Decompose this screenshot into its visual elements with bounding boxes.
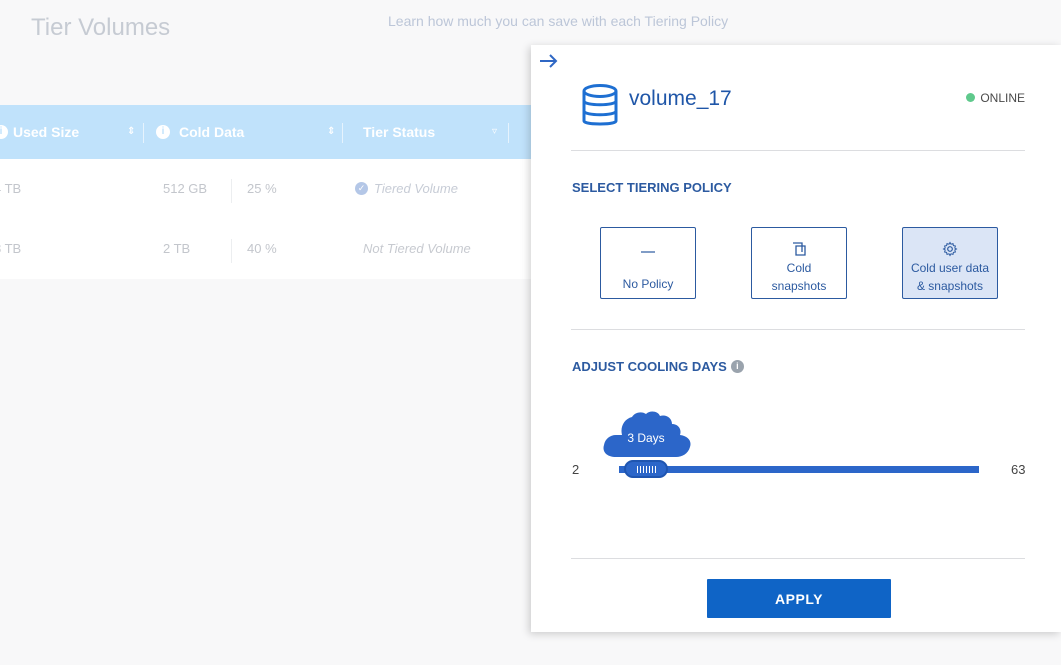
tiering-policy-title: SELECT TIERING POLICY xyxy=(572,180,732,195)
status-badge: ONLINE xyxy=(966,91,1025,105)
column-header-used-size[interactable]: Used Size xyxy=(13,105,79,159)
tier-status-cell: Not Tiered Volume xyxy=(363,241,471,256)
volume-name: volume_17 xyxy=(629,87,732,110)
column-divider xyxy=(342,123,343,143)
cell-divider xyxy=(231,179,232,203)
policy-label-line1: Cold user data xyxy=(910,260,990,275)
sort-icon[interactable]: ⇕ xyxy=(327,105,335,159)
used-size-cell: 8 TB xyxy=(0,241,22,256)
policy-label-line2: & snapshots xyxy=(916,278,984,293)
apply-button[interactable]: APPLY xyxy=(707,579,891,618)
cold-snapshots-button[interactable]: Cold snapshots xyxy=(751,227,847,299)
slider-handle[interactable] xyxy=(624,460,668,478)
table-row[interactable]: 4 TB 512 GB 25 % ✓ Tiered Volume xyxy=(0,159,540,219)
status-label: ONLINE xyxy=(980,91,1025,105)
arrow-right-icon[interactable] xyxy=(538,50,560,72)
column-divider xyxy=(508,123,509,143)
status-dot-icon xyxy=(966,93,976,103)
page-subtitle[interactable]: Learn how much you can save with each Ti… xyxy=(388,13,728,29)
page-title: Tier Volumes xyxy=(31,14,171,41)
divider xyxy=(571,329,1025,330)
tier-status-cell: ✓ Tiered Volume xyxy=(355,159,458,219)
cold-percent-cell: 25 % xyxy=(247,181,277,196)
table-header: i Used Size ⇕ i Cold Data ⇕ Tier Status … xyxy=(0,105,540,159)
column-divider xyxy=(143,123,144,143)
cold-data-info-icon: i xyxy=(156,105,170,159)
sort-icon[interactable]: ⇕ xyxy=(127,105,135,159)
cooling-days-title: ADJUST COOLING DAYS i xyxy=(572,359,744,374)
info-icon[interactable]: i xyxy=(730,360,744,374)
slider-max-label: 63 xyxy=(1011,462,1026,477)
snapshot-icon xyxy=(752,241,846,259)
cell-divider xyxy=(231,239,232,263)
dash-icon xyxy=(601,243,695,261)
used-size-cell: 4 TB xyxy=(0,181,22,196)
policy-label-line1: Cold xyxy=(786,260,812,275)
filter-icon[interactable]: ▿ xyxy=(492,105,497,159)
divider xyxy=(571,558,1025,559)
cold-user-data-snapshots-button[interactable]: Cold user data & snapshots xyxy=(902,227,998,299)
cooling-days-slider[interactable] xyxy=(619,466,979,473)
tiering-side-panel: volume_17 ONLINE SELECT TIERING POLICY N… xyxy=(531,45,1061,632)
policy-label-line2: snapshots xyxy=(771,278,827,293)
database-icon xyxy=(581,83,619,129)
column-header-cold-data[interactable]: Cold Data xyxy=(179,105,244,159)
table-body: 4 TB 512 GB 25 % ✓ Tiered Volume 8 TB 2 T… xyxy=(0,159,540,279)
cold-percent-cell: 40 % xyxy=(247,241,277,256)
tier-status-label: Tiered Volume xyxy=(374,181,458,196)
column-header-tier-status[interactable]: Tier Status xyxy=(363,105,435,159)
volumes-table: i Used Size ⇕ i Cold Data ⇕ Tier Status … xyxy=(0,105,540,279)
cooling-days-label: ADJUST COOLING DAYS xyxy=(572,359,727,374)
used-size-info-icon: i xyxy=(0,105,8,159)
cold-data-cell: 2 TB xyxy=(163,241,191,256)
cold-data-cell: 512 GB xyxy=(163,181,208,196)
slider-value-label: 3 Days xyxy=(627,431,665,445)
check-circle-icon: ✓ xyxy=(355,182,368,196)
no-policy-button[interactable]: No Policy xyxy=(600,227,696,299)
table-row[interactable]: 8 TB 2 TB 40 % Not Tiered Volume xyxy=(0,219,540,279)
slider-min-label: 2 xyxy=(572,462,580,477)
gear-icon xyxy=(903,241,997,259)
divider xyxy=(571,150,1025,151)
policy-label: No Policy xyxy=(622,276,674,291)
